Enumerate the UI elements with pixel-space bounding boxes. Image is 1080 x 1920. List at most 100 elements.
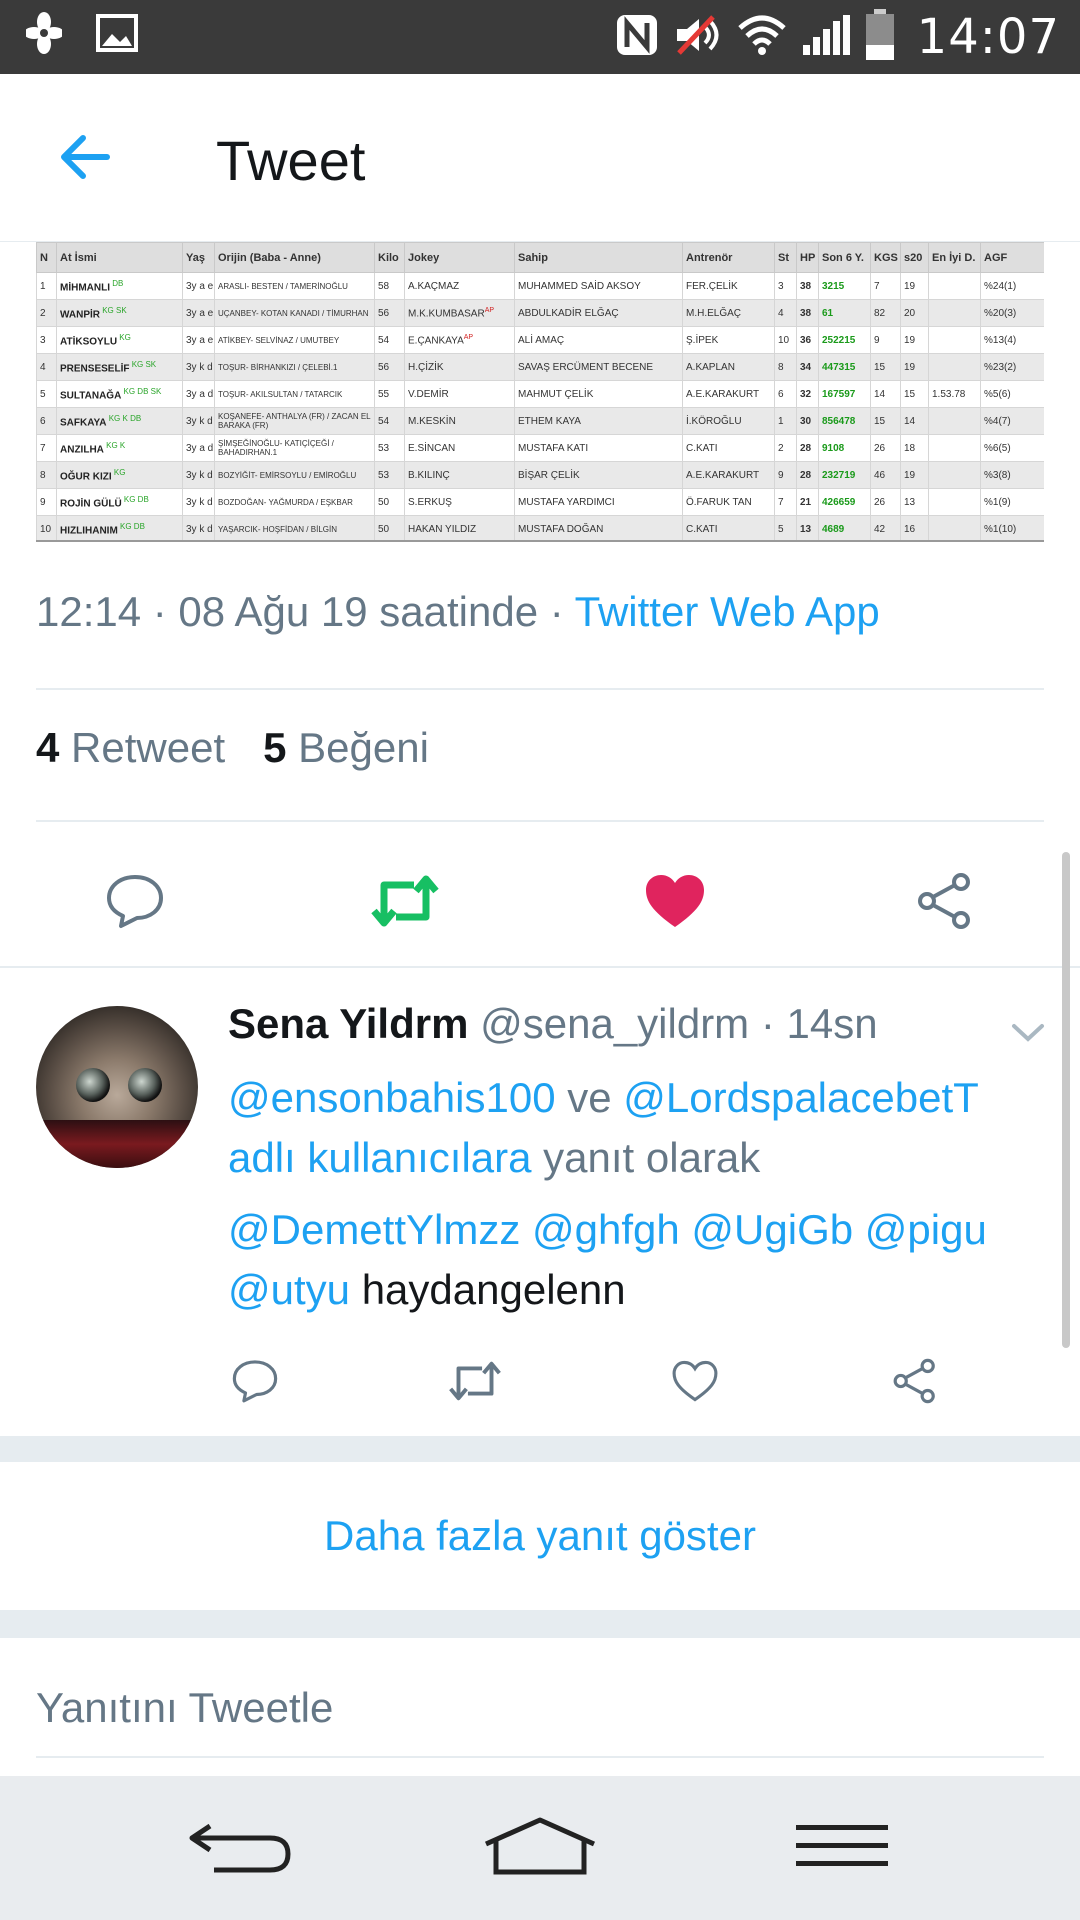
table-cell: ETHEM KAYA (514, 407, 683, 435)
table-cell: 55 (374, 380, 405, 408)
table-cell: 15 (870, 407, 901, 435)
input-underline (36, 1756, 1044, 1758)
source-link[interactable]: Twitter Web App (575, 588, 880, 635)
jockey-cell: M.K.KUMBASARAP (404, 299, 515, 327)
like-count-link[interactable]: 5 Beğeni (263, 724, 429, 772)
divider (36, 820, 1044, 822)
table-cell: FER.ÇELİK (682, 272, 775, 300)
table-cell: BOZYİĞİT- EMİRSOYLU / EMİROĞLU (214, 461, 375, 489)
wifi-icon (737, 14, 787, 61)
replying-to: @ensonbahis100 ve @LordspalacebetT adlı … (228, 1068, 1048, 1188)
table-cell: 58 (374, 272, 405, 300)
table-cell: 3y a d (182, 434, 215, 462)
table-cell: %20(3) (980, 299, 1044, 327)
mention-links[interactable]: @DemettYlmzz @ghfgh @UgiGb @pigu (228, 1206, 987, 1253)
reply-like-button[interactable] (660, 1348, 730, 1418)
app-bar: Tweet (0, 74, 1080, 242)
mention-link[interactable]: @utyu (228, 1266, 350, 1313)
retweet-button[interactable] (360, 858, 450, 948)
horse-name-cell: ROJİN GÜLÜ KG DB (56, 488, 183, 516)
retweet-count-link[interactable]: 4 Retweet (36, 724, 225, 772)
jockey-name: A.KAÇMAZ (408, 280, 460, 292)
reply-retweet-button[interactable] (440, 1348, 510, 1418)
table-cell: MUHAMMED SAİD AKSOY (514, 272, 683, 300)
table-cell: 9 (870, 326, 901, 354)
mention-link[interactable]: @LordspalacebetT (623, 1074, 979, 1121)
jockey-name: E.SİNCAN (408, 442, 456, 454)
volume-muted-icon (673, 13, 723, 62)
jockey-name: S.ERKUŞ (408, 496, 452, 508)
table-header-cell: Jokey (404, 242, 515, 273)
retweet-icon (447, 1359, 503, 1408)
table-cell: 54 (374, 407, 405, 435)
table-cell: ATİKBEY- SELVİNAZ / UMUTBEY (214, 326, 375, 354)
reply-share-button[interactable] (880, 1348, 950, 1418)
table-cell: 32 (796, 380, 819, 408)
table-cell: 1 (36, 272, 57, 300)
mention-link[interactable]: @ensonbahis100 (228, 1074, 556, 1121)
table-cell: Ş.İPEK (682, 326, 775, 354)
reply-input-placeholder[interactable]: Yanıtını Tweetle (36, 1684, 333, 1732)
table-cell: %6(5) (980, 434, 1044, 462)
reply-reply-button[interactable] (220, 1348, 290, 1418)
table-cell: 7 (870, 272, 901, 300)
back-button[interactable] (40, 124, 130, 194)
replying-to-users-link[interactable]: adlı kullanıcılara (228, 1134, 532, 1181)
jockey-cell: E.ÇANKAYAAP (404, 326, 515, 354)
table-cell: 19 (900, 353, 929, 381)
signal-icon (801, 13, 851, 62)
share-button[interactable] (900, 858, 990, 948)
table-cell: 7 (36, 434, 57, 462)
tweet-image[interactable]: N At İsmi Yaş Orijin (Baba - Anne) Kilo Jokey… (36, 242, 1044, 542)
reply-composer[interactable]: Yanıtını Tweetle (0, 1638, 1080, 1776)
avatar[interactable] (36, 1006, 198, 1168)
table-cell: 447315 (818, 353, 871, 381)
table-cell: 30 (796, 407, 819, 435)
reply-tweet[interactable]: Sena Yildrm @sena_yildrm · 14sn @ensonba… (0, 968, 1080, 1436)
horse-tags: KG (117, 332, 131, 342)
table-cell: 19 (900, 272, 929, 300)
table-cell: KOŞANEFE- ANTHALYA (FR) / ZACAN EL BARAK… (214, 407, 375, 435)
table-row: 4 PRENSESELİF KG SK 3y k d TOŞUR- BİRHANKIZ… (36, 353, 1044, 381)
table-header-cell: Orijin (Baba - Anne) (214, 242, 375, 273)
table-cell: A.E.KARAKURT (682, 461, 775, 489)
horse-name: WANPİR (60, 309, 100, 321)
table-cell (928, 488, 981, 516)
like-button[interactable] (630, 858, 720, 948)
table-cell: 19 (900, 326, 929, 354)
nav-back-button[interactable] (170, 1808, 310, 1888)
home-icon (482, 1816, 598, 1881)
table-cell: 4689 (818, 515, 871, 540)
jockey-name: HAKAN YILDIZ (408, 523, 477, 535)
nav-menu-button[interactable] (772, 1808, 912, 1888)
table-cell: 3y a e (182, 326, 215, 354)
table-cell: TOŞUR- AKILSULTAN / TATARCIK (214, 380, 375, 408)
scrollbar[interactable] (1062, 852, 1070, 1348)
image-icon (96, 14, 138, 57)
battery-icon (865, 8, 895, 66)
table-header-cell: HP (796, 242, 819, 273)
table-cell: ABDULKADİR ELĞAÇ (514, 299, 683, 327)
table-cell: 252215 (818, 326, 871, 354)
show-more-replies-button[interactable]: Daha fazla yanıt göster (0, 1462, 1080, 1610)
table-cell: 38 (796, 272, 819, 300)
table-cell: ALİ AMAÇ (514, 326, 683, 354)
tweet-options-button[interactable] (1008, 1012, 1048, 1052)
table-row: 3 ATİKSOYLU KG 3y a e ATİKBEY- SELVİNAZ / U… (36, 326, 1044, 354)
table-header-cell: En İyi D. (928, 242, 981, 273)
nav-home-button[interactable] (470, 1808, 610, 1888)
table-cell: 232719 (818, 461, 871, 489)
table-row: 2 WANPİR KG SK 3y a e UÇANBEY- KOTAN KANADI… (36, 299, 1044, 327)
table-cell: 82 (870, 299, 901, 327)
divider (36, 688, 1044, 690)
reply-button[interactable] (90, 858, 180, 948)
horse-name-cell: HIZLIHANIM KG DB (56, 515, 183, 540)
jockey-name: V.DEMİR (408, 388, 449, 400)
horse-name: ANZILHA (60, 444, 104, 456)
table-cell: 13 (900, 488, 929, 516)
table-cell: BİŞAR ÇELİK (514, 461, 683, 489)
reply-text: haydangelenn (350, 1266, 626, 1313)
table-header-cell: N (36, 242, 57, 273)
horse-name-cell: WANPİR KG SK (56, 299, 183, 327)
horse-tags: KG SK (100, 305, 127, 315)
